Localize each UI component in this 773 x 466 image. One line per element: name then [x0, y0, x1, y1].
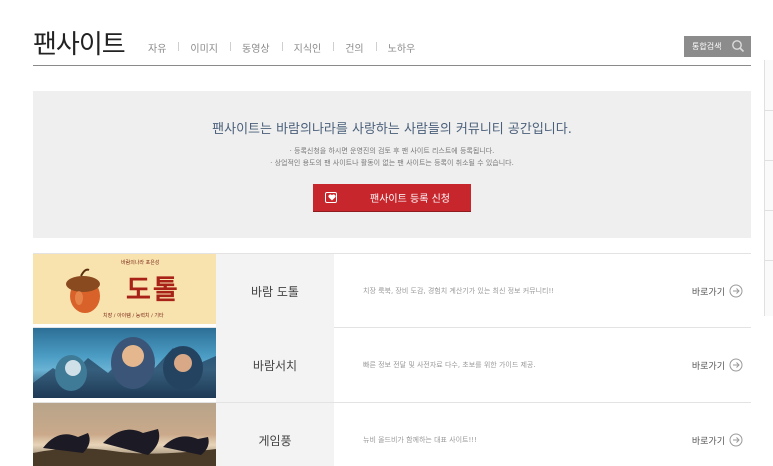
heart-card-icon — [325, 192, 337, 203]
integrated-search-label: 통합검색 — [692, 42, 722, 51]
page-header: 팬사이트 자유 이미지 동영상 지식인 건의 노하우 통합검색 — [33, 24, 751, 66]
search-icon — [732, 40, 745, 53]
go-link[interactable]: 바로가기 — [692, 403, 743, 466]
list-item: 바람의나라 포은성 도톨 치장 / 아이템 / 능력치 / 기타 바람 도톨 치… — [33, 253, 751, 328]
register-fansite-button[interactable]: 팬사이트 등록 신청 — [313, 184, 471, 211]
intro-notes: · 등록신청을 하시면 운영진의 검토 후 팬 사이트 리스트에 등록됩니다. … — [33, 145, 751, 169]
arrow-circle-icon — [729, 433, 743, 447]
dodol-logo-sub: 치장 / 아이템 / 능력치 / 기타 — [103, 313, 164, 319]
nav-item-knowhow[interactable]: 노하우 — [375, 40, 428, 55]
category-nav: 자유 이미지 동영상 지식인 건의 노하우 — [136, 40, 427, 55]
list-item: 바람서치 빠른 정보 전달 및 사전자료 다수, 초보를 위한 가이드 제공. … — [33, 328, 751, 403]
go-link[interactable]: 바로가기 — [692, 328, 743, 402]
divider — [765, 260, 773, 261]
site-description: 빠른 정보 전달 및 사전자료 다수, 초보를 위한 가이드 제공. — [363, 361, 536, 369]
barampsearch-artwork — [33, 337, 216, 398]
integrated-search-button[interactable]: 통합검색 — [684, 36, 751, 57]
dodol-logo-top: 바람의나라 포은성 — [121, 260, 160, 266]
intro-note: · 등록신청을 하시면 운영진의 검토 후 팬 사이트 리스트에 등록됩니다. — [289, 147, 495, 155]
intro-panel: 팬사이트는 바람의나라를 사랑하는 사람들의 커뮤니티 공간입니다. · 등록신… — [33, 91, 751, 238]
site-thumbnail-dodol[interactable]: 바람의나라 포은성 도톨 치장 / 아이템 / 능력치 / 기타 — [33, 254, 216, 324]
arrow-circle-icon — [729, 284, 743, 298]
divider — [765, 160, 773, 161]
list-item: 게임풍 뉴비 올드비가 함께하는 대표 사이트!!! 바로가기 — [33, 403, 751, 466]
fansite-list: 바람의나라 포은성 도톨 치장 / 아이템 / 능력치 / 기타 바람 도톨 치… — [33, 253, 751, 466]
site-name[interactable]: 바람서치 — [216, 328, 334, 402]
nav-item-suggestion[interactable]: 건의 — [333, 40, 375, 55]
go-label: 바로가기 — [691, 361, 725, 372]
go-label: 바로가기 — [691, 436, 725, 447]
divider — [765, 210, 773, 211]
go-link[interactable]: 바로가기 — [692, 254, 743, 328]
site-description: 뉴비 올드비가 함께하는 대표 사이트!!! — [363, 436, 477, 444]
arrow-circle-icon — [729, 358, 743, 372]
site-name[interactable]: 바람 도톨 — [216, 254, 334, 328]
site-description: 치장 룩북, 장비 도감, 경험치 계산기가 있는 최신 정보 커뮤니티!! — [363, 287, 555, 295]
nav-item-video[interactable]: 동영상 — [230, 40, 282, 55]
site-thumbnail-barampsearch[interactable] — [33, 328, 216, 398]
dodol-logo-main: 도톨 — [126, 275, 180, 306]
nav-item-knowledge[interactable]: 지식인 — [281, 40, 334, 55]
site-thumbnail-gamepung[interactable] — [33, 403, 216, 466]
side-panel-edge — [764, 60, 773, 316]
nav-item-image[interactable]: 이미지 — [178, 40, 230, 55]
register-fansite-label: 팬사이트 등록 신청 — [370, 194, 450, 205]
nav-item-free[interactable]: 자유 — [136, 40, 178, 55]
gamepung-artwork — [33, 429, 216, 466]
page-title: 팬사이트 — [33, 30, 126, 60]
site-name[interactable]: 게임풍 — [216, 403, 334, 466]
divider — [765, 110, 773, 111]
intro-note: · 상업적인 용도의 팬 사이트나 활동이 없는 팬 사이트는 등록이 취소될 … — [270, 159, 514, 167]
intro-headline: 팬사이트는 바람의나라를 사랑하는 사람들의 커뮤니티 공간입니다. — [212, 122, 572, 137]
go-label: 바로가기 — [691, 287, 725, 298]
